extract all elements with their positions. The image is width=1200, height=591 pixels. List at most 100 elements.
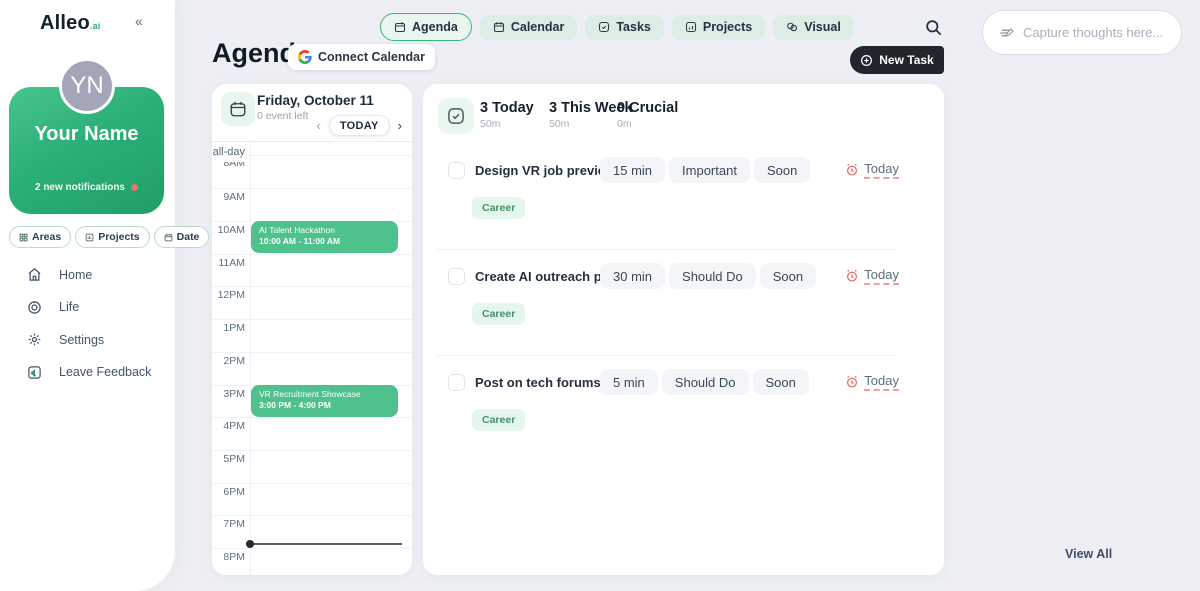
duration-pill[interactable]: 30 min [600,263,665,289]
grid-line [212,352,412,353]
grid-line [212,483,412,484]
avatar[interactable]: YN [59,58,115,114]
duration-pill[interactable]: 15 min [600,157,665,183]
sidebar-item-leave-feedback[interactable]: Leave Feedback [27,364,151,381]
due-label: Today [864,373,899,391]
task-tag[interactable]: Career [472,409,525,431]
task-pills: 30 min Should Do Soon [600,263,816,289]
hour-label: 8PM [212,551,245,563]
tab-label: Projects [703,20,752,34]
priority-pill[interactable]: Should Do [662,369,749,395]
hour-label: 5PM [212,453,245,465]
hour-label: 10AM [212,224,245,236]
filter-label: Date [177,231,200,243]
sidebar-item-label: Home [59,268,92,282]
sidebar-item-settings[interactable]: Settings [27,331,151,348]
tab-label: Agenda [412,20,458,34]
stat-label: 0 Crucial [617,100,678,116]
priority-pill[interactable]: Important [669,157,750,183]
stat-duration: 0m [617,118,678,130]
due-label: Today [864,161,899,179]
logo-suffix: .ai [90,21,101,31]
filter-areas[interactable]: Areas [9,226,71,248]
calendar-panel: Friday, October 11 0 event left ‹ TODAY … [212,84,412,575]
prev-day-icon[interactable]: ‹ [317,116,321,136]
capture-thoughts-input[interactable] [1023,25,1165,40]
sidebar-item-label: Leave Feedback [59,365,151,379]
calendar-date-title: Friday, October 11 [257,93,374,108]
task-row[interactable]: Create AI outreach plan 30 min Should Do… [423,256,944,362]
collapse-sidebar-icon[interactable]: « [135,13,143,29]
task-pills: 15 min Important Soon [600,157,810,183]
capture-thoughts-box[interactable] [982,10,1182,55]
connect-calendar-button[interactable]: Connect Calendar [288,44,435,70]
alleo-logo: Alleo.ai [40,12,101,35]
priority-pill[interactable]: Should Do [669,263,756,289]
stat-label: 3 Today [480,100,534,116]
filter-pills: Areas Projects Date [9,226,209,248]
event-title: VR Recruitment Showcase [259,389,390,400]
alarm-icon [845,375,859,389]
due-date[interactable]: Today [845,373,899,391]
grid-line [212,188,412,189]
today-button[interactable]: TODAY [329,115,390,136]
check-square-icon [598,21,610,33]
due-date[interactable]: Today [845,267,899,285]
calendar-icon [164,233,173,242]
tasks-panel: 3 Today 50m 3 This Week 50m 0 Crucial 0m… [423,84,944,575]
logo-text: Alleo [40,12,90,34]
event-time: 10:00 AM - 11:00 AM [259,236,390,247]
urgency-pill[interactable]: Soon [754,157,810,183]
next-day-icon[interactable]: › [398,116,402,136]
calendar-event[interactable]: VR Recruitment Showcase 3:00 PM - 4:00 P… [251,385,398,417]
stat-today: 3 Today 50m [480,100,534,130]
due-date[interactable]: Today [845,161,899,179]
hour-label: 7PM [212,518,245,530]
calendar-event[interactable]: AI Talent Hackathon 10:00 AM - 11:00 AM [251,221,398,253]
tab-visual[interactable]: Visual [773,15,854,40]
hour-label: 9AM [212,191,245,203]
task-row[interactable]: Post on tech forums 5 min Should Do Soon… [423,362,944,468]
task-row[interactable]: Design VR job preview 15 min Important S… [423,150,944,256]
sidebar-item-home[interactable]: Home [27,266,151,283]
urgency-pill[interactable]: Soon [753,369,809,395]
duration-pill[interactable]: 5 min [600,369,658,395]
task-divider [437,249,898,250]
hour-label: 2PM [212,355,245,367]
task-tag[interactable]: Career [472,303,525,325]
task-title: Post on tech forums [475,375,601,390]
filter-projects[interactable]: Projects [75,226,149,248]
tab-projects[interactable]: Projects [672,15,765,40]
connect-calendar-label: Connect Calendar [318,50,425,64]
app-window: Alleo.ai « Your Name 2 new notifications… [0,0,1200,591]
new-task-button[interactable]: New Task [850,46,944,74]
notifications-row[interactable]: 2 new notifications [9,182,164,193]
tab-calendar[interactable]: Calendar [480,15,578,40]
agenda-icon [394,21,406,33]
sidebar: Alleo.ai « Your Name 2 new notifications… [0,0,175,591]
grid-line [212,254,412,255]
filter-label: Areas [32,231,61,243]
task-checkbox[interactable] [448,374,465,391]
tab-label: Visual [804,20,841,34]
calendar-time-grid[interactable]: all-day 8AM 9AM 10AM 11AM 12PM 1PM 2PM 3… [212,141,412,575]
urgency-pill[interactable]: Soon [760,263,816,289]
gear-icon [27,332,42,347]
hour-label: 6PM [212,486,245,498]
task-checkbox[interactable] [448,162,465,179]
task-checkbox[interactable] [448,268,465,285]
chart-box-icon [85,233,94,242]
hour-label: 12PM [212,289,245,301]
hour-label: 11AM [212,257,245,269]
search-icon[interactable] [924,18,944,38]
task-tag[interactable]: Career [472,197,525,219]
top-nav-tabs: Agenda Calendar Tasks Projects Visual [380,13,854,41]
view-all-link[interactable]: View All [1065,547,1112,561]
current-time-line[interactable] [250,543,402,545]
calendar-events-left: 0 event left [257,110,308,122]
tab-agenda[interactable]: Agenda [380,13,472,41]
sidebar-item-life[interactable]: Life [27,299,151,316]
filter-date[interactable]: Date [154,226,210,248]
tab-tasks[interactable]: Tasks [585,15,664,40]
due-label: Today [864,267,899,285]
